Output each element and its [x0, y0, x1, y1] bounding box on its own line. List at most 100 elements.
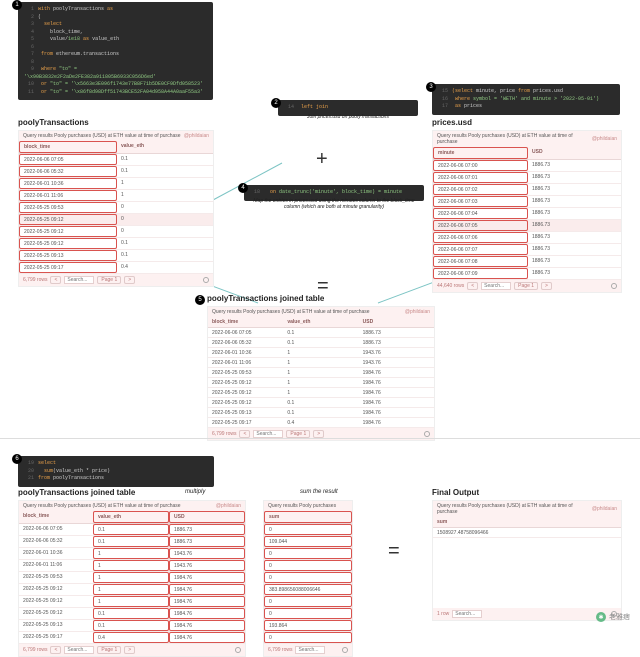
table-row: 2022-06-06 07:001886.73 [433, 160, 621, 172]
page-indicator[interactable]: Page 1 [97, 276, 121, 284]
table-row: 2022-06-06 07:051886.73 [433, 220, 621, 232]
table-row: 2022-06-06 07:050.1 [19, 154, 213, 166]
options-icon[interactable] [203, 277, 209, 283]
options-icon[interactable] [424, 431, 430, 437]
table-row: 2022-05-25 09:5311984.76 [19, 572, 245, 584]
table-row: 2022-05-25 09:170.41984.76 [208, 418, 434, 428]
table-row: 2022-05-25 09:530 [19, 202, 213, 214]
search-input[interactable] [64, 276, 94, 284]
search-input[interactable] [452, 610, 482, 618]
pager-prev-icon[interactable]: < [50, 276, 61, 284]
options-icon[interactable] [342, 647, 348, 653]
table-row: 2022-06-01 11:0611943.76 [208, 358, 434, 368]
table-row: 0 [264, 560, 352, 572]
table-row: 2022-05-25 09:170.4 [19, 262, 213, 274]
step-badge-2: 2 [271, 98, 281, 108]
code-block-1: 1with poolyTransactions as 2( 3 select 4… [18, 2, 213, 100]
title-joined-2: poolyTransactions joined table [18, 488, 135, 497]
step-badge-1: 1 [12, 0, 22, 10]
table-row: 2022-06-06 07:041886.73 [433, 208, 621, 220]
search-input[interactable] [253, 430, 283, 438]
table-row: 2022-05-25 09:120 [19, 226, 213, 238]
table-row: 2022-06-06 07:071886.73 [433, 244, 621, 256]
pager-prev-icon[interactable]: < [467, 282, 478, 290]
table-row: 2022-06-06 07:031886.73 [433, 196, 621, 208]
code-block-3: 15(select minute, price from prices.usd … [432, 84, 620, 115]
table-row: 2022-05-25 09:120 [19, 214, 213, 226]
caption-2: Join prices.usd on poolyTransactions [286, 114, 410, 120]
watermark: ✱ 老雅痞 [596, 612, 630, 622]
table-row: 2022-06-01 11:0611943.76 [19, 560, 245, 572]
page-indicator[interactable]: Page 1 [514, 282, 538, 290]
table-row: 2022-06-06 07:011886.73 [433, 172, 621, 184]
step-badge-3: 3 [426, 82, 436, 92]
table-row: 2022-06-06 07:091886.73 [433, 268, 621, 280]
table-row: 2022-06-06 05:320.11886.73 [19, 536, 245, 548]
table-row: 2022-05-25 09:130.11984.76 [208, 408, 434, 418]
title-final: Final Output [432, 488, 479, 497]
options-icon[interactable] [235, 647, 241, 653]
table-row: 2022-05-25 09:1211984.76 [19, 584, 245, 596]
table-row: 2022-05-25 09:170.41984.76 [19, 632, 245, 644]
table-row: 2022-06-06 07:050.11886.73 [208, 328, 434, 338]
table-row: 193.864 [264, 620, 352, 632]
pager-next-icon[interactable]: > [541, 282, 552, 290]
table-row: 0 [264, 524, 352, 536]
table-row: 0 [264, 548, 352, 560]
table-row: 383.898656088006646 [264, 584, 352, 596]
table-row: 2022-05-25 09:1211984.76 [208, 378, 434, 388]
table-row: 2022-05-25 09:120.11984.76 [19, 608, 245, 620]
table-pooly: Query results Pooly purchases (USD) at E… [18, 130, 214, 287]
page-indicator[interactable]: Page 1 [286, 430, 310, 438]
title-joined: poolyTransactions joined table [207, 294, 324, 303]
table-row: 2022-05-25 09:1211984.76 [208, 388, 434, 398]
page-indicator[interactable]: Page 1 [97, 646, 121, 654]
table-row: 2022-06-06 07:081886.73 [433, 256, 621, 268]
table-joined-2: Query results Pooly purchases (USD) at E… [18, 500, 246, 657]
pager-prev-icon[interactable]: < [50, 646, 61, 654]
table-row: 2022-05-25 09:130.1 [19, 250, 213, 262]
table-row: 2022-05-25 09:130.11984.76 [19, 620, 245, 632]
table-row: 2022-05-25 09:5311984.76 [208, 368, 434, 378]
pager-next-icon[interactable]: > [313, 430, 324, 438]
options-icon[interactable] [611, 283, 617, 289]
table-row: 2022-05-25 09:1211984.76 [19, 596, 245, 608]
table-row: 2022-06-06 07:061886.73 [433, 232, 621, 244]
pager-prev-icon[interactable]: < [239, 430, 250, 438]
table-prices: Query results Pooly purchases (USD) at E… [432, 130, 622, 293]
row-count: 6,799 rows [23, 277, 47, 283]
table-row: 109.044 [264, 536, 352, 548]
table-final: Query results Pooly purchases (USD) at E… [432, 500, 622, 621]
equals-operator-2: = [388, 540, 400, 563]
step-badge-6: 6 [12, 454, 22, 464]
title-pooly: poolyTransactions [18, 118, 89, 127]
search-input[interactable] [295, 646, 325, 654]
pager-next-icon[interactable]: > [124, 276, 135, 284]
pager-next-icon[interactable]: > [124, 646, 135, 654]
table-row: 2022-06-01 11:061 [19, 190, 213, 202]
step-badge-5: 5 [195, 295, 205, 305]
caption-4: Map the entries in prices.usd using the … [246, 198, 422, 210]
table-row: 2022-06-01 10:3611943.76 [208, 348, 434, 358]
step-badge-4: 4 [238, 183, 248, 193]
label-sum: sum the result [300, 489, 338, 495]
table-joined: Query results Pooly purchases (USD) at E… [207, 306, 435, 441]
table-row: 0 [264, 572, 352, 584]
label-multiply: multiply [185, 489, 205, 495]
plus-operator: + [316, 148, 328, 171]
table-row: 0 [264, 596, 352, 608]
table-row: 2022-05-25 09:120.11984.76 [208, 398, 434, 408]
table-row: 2022-06-06 05:320.11886.73 [208, 338, 434, 348]
table-row: 2022-06-01 10:361 [19, 178, 213, 190]
code-block-6: 19select 20 sum(value_eth * price) 21fro… [18, 456, 214, 487]
table-sum: Query results Pooly purchases sum 0109.0… [263, 500, 353, 657]
wechat-icon: ✱ [596, 612, 606, 622]
final-value: 1508927.48758096466 [433, 528, 621, 537]
table-row: 2022-06-06 05:320.1 [19, 166, 213, 178]
search-input[interactable] [64, 646, 94, 654]
table-row: 0 [264, 608, 352, 620]
table-row: 2022-06-01 10:3611943.76 [19, 548, 245, 560]
table-row: 2022-06-06 07:050.11886.73 [19, 524, 245, 536]
table-row: 2022-06-06 07:021886.73 [433, 184, 621, 196]
search-input[interactable] [481, 282, 511, 290]
